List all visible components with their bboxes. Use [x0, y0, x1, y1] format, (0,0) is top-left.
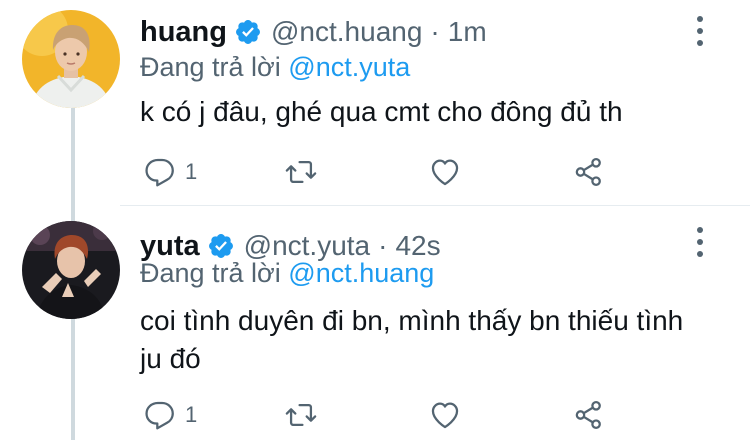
replying-to-mention[interactable]: @nct.yuta [288, 52, 410, 82]
replying-to-line: Đang trả lời @nct.yuta [140, 52, 410, 83]
share-icon [575, 400, 601, 430]
reply-icon [145, 158, 174, 187]
share-icon [575, 157, 601, 187]
user-handle[interactable]: @nct.huang [271, 16, 422, 48]
retweet-icon [285, 403, 317, 427]
reply-button[interactable]: 1 [143, 395, 197, 435]
like-icon [431, 402, 459, 429]
tweet-actions: 1 [0, 395, 750, 435]
replying-to-mention[interactable]: @nct.huang [288, 258, 434, 288]
replying-to-line: Đang trả lời @nct.huang [140, 258, 434, 289]
avatar-photo-huang [22, 10, 120, 108]
share-button[interactable] [572, 395, 606, 435]
reply-tweet-yuta[interactable]: yuta @nct.yuta · 42s Đang trả lời @nct.h… [0, 205, 750, 440]
avatar-photo-yuta [22, 221, 120, 319]
reply-icon [145, 401, 174, 430]
avatar[interactable] [22, 221, 120, 319]
replying-to-label: Đang trả lời [140, 258, 281, 288]
tweet-header: huang @nct.huang · 1m [140, 12, 487, 52]
tweet-text: coi tình duyên đi bn, mình thấy bn thiếu… [140, 305, 684, 374]
avatar[interactable] [22, 10, 120, 108]
more-options-icon[interactable] [694, 225, 706, 259]
separator-dot: · [430, 16, 440, 47]
share-button[interactable] [572, 152, 606, 192]
like-button[interactable] [428, 395, 462, 435]
reply-tweet-huang[interactable]: huang @nct.huang · 1m Đang trả lời @nct.… [0, 0, 750, 200]
replying-to-label: Đang trả lời [140, 52, 281, 82]
like-icon [431, 159, 459, 186]
more-options-icon[interactable] [694, 14, 706, 48]
retweet-button[interactable] [284, 152, 318, 192]
verified-badge-icon [208, 234, 233, 258]
verified-badge-icon [236, 20, 260, 44]
display-name[interactable]: huang [140, 16, 227, 49]
reply-count: 1 [185, 402, 198, 427]
like-button[interactable] [428, 152, 462, 192]
retweet-button[interactable] [284, 395, 318, 435]
tweet-actions: 1 [0, 152, 750, 192]
reply-count: 1 [185, 159, 198, 184]
reply-button[interactable]: 1 [143, 152, 197, 192]
timestamp[interactable]: 1m [448, 16, 487, 48]
retweet-icon [285, 160, 317, 184]
tweet-text: k có j đâu, ghé qua cmt cho đông đủ th [140, 96, 623, 127]
